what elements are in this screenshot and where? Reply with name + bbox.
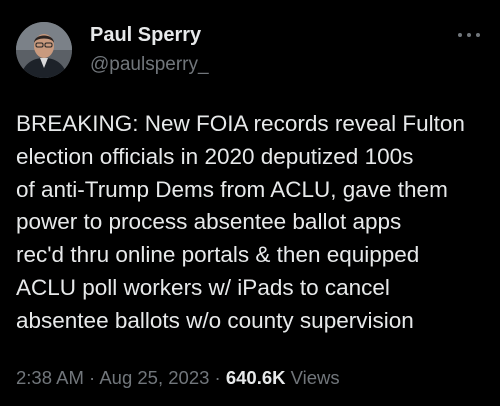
views-label: Views (290, 367, 340, 388)
profile-photo-icon (16, 22, 72, 78)
tweet-date[interactable]: Aug 25, 2023 (99, 367, 209, 388)
tweet-text: BREAKING: New FOIA records reveal Fulton… (16, 108, 492, 338)
tweet-text-line: BREAKING: New FOIA records reveal Fulton (16, 111, 465, 136)
tweet-text-line: of anti-Trump Dems from ACLU, gave them (16, 176, 448, 202)
tweet-card: Paul Sperry @paulsperry_ BREAKING: New F… (0, 0, 500, 406)
tweet-text-line: power to process absentee ballot apps (16, 209, 402, 235)
avatar[interactable] (16, 22, 72, 78)
views-count[interactable]: 640.6K (226, 367, 286, 388)
author-display-name[interactable]: Paul Sperry (90, 24, 201, 47)
tweet-text-line: absentee ballots w/o county supervision (16, 307, 414, 333)
meta-separator: · (214, 367, 221, 388)
tweet-text-line: election officials in 2020 deputized 100… (16, 143, 414, 169)
meta-separator: · (89, 367, 96, 388)
tweet-text-line: ACLU poll workers w/ iPads to cancel (16, 274, 390, 300)
tweet-text-line: rec'd thru online portals & then equippe… (16, 242, 420, 268)
tweet-meta: 2:38 AM · Aug 25, 2023 · 640.6K Views (16, 367, 340, 389)
more-options-icon[interactable] (458, 30, 482, 40)
author-handle[interactable]: @paulsperry_ (90, 54, 209, 76)
tweet-time[interactable]: 2:38 AM (16, 367, 84, 388)
